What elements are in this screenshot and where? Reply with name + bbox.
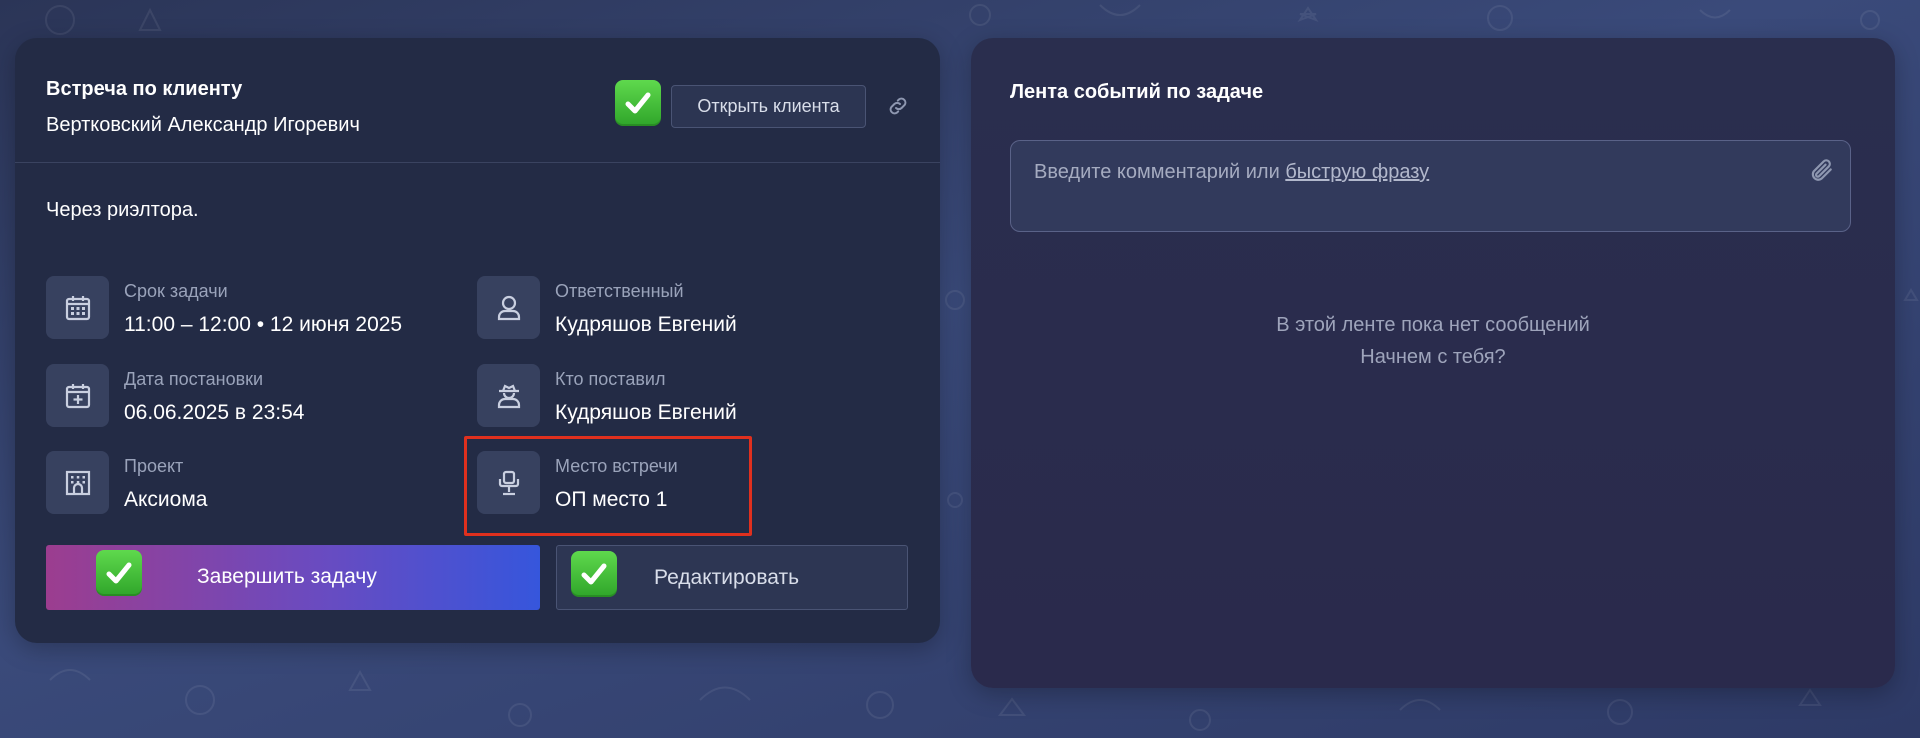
calendar-plus-icon <box>46 364 109 427</box>
deadline-label: Срок задачи <box>124 281 228 301</box>
project-field: Проект Аксиома <box>46 451 446 515</box>
task-card: Встреча по клиенту Вертковский Александр… <box>15 38 940 643</box>
check-mark-icon <box>571 551 617 597</box>
responsible-value: Кудряшов Евгений <box>555 313 737 336</box>
paperclip-icon[interactable] <box>1806 155 1836 185</box>
task-header: Встреча по клиенту Вертковский Александр… <box>15 38 940 163</box>
building-icon <box>46 451 109 514</box>
feed-title: Лента событий по задаче <box>1010 81 1264 103</box>
quick-phrase-link[interactable]: быструю фразу <box>1285 161 1429 183</box>
check-mark-icon <box>615 80 661 126</box>
events-feed-card: Лента событий по задаче Введите коммента… <box>971 38 1895 688</box>
project-value: Аксиома <box>124 488 208 511</box>
task-title: Встреча по клиенту <box>46 78 243 100</box>
empty-feed-message: В этой ленте пока нет сообщений <box>1276 314 1590 336</box>
meeting-place-highlight <box>464 436 752 536</box>
empty-feed-prompt: Начнем с тебя? <box>1360 346 1506 368</box>
open-client-button[interactable]: Открыть клиента <box>671 85 866 128</box>
creator-value: Кудряшов Евгений <box>555 401 737 424</box>
responsible-label: Ответственный <box>555 281 684 301</box>
complete-task-label: Завершить задачу <box>197 565 377 588</box>
calendar-icon <box>46 276 109 339</box>
comment-placeholder-text: Введите комментарий или <box>1034 161 1286 183</box>
project-label: Проект <box>124 456 184 476</box>
comment-placeholder: Введите комментарий или быструю фразу <box>1034 161 1429 184</box>
user-icon <box>477 276 540 339</box>
agent-icon <box>477 364 540 427</box>
comment-input[interactable]: Введите комментарий или быструю фразу <box>1010 140 1851 232</box>
deadline-value: 11:00 – 12:00 • 12 июня 2025 <box>124 313 403 336</box>
created-date-field: Дата постановки 06.06.2025 в 23:54 <box>46 364 446 428</box>
client-name: Вертковский Александр Игоревич <box>46 114 360 136</box>
edit-button[interactable]: Редактировать <box>556 545 908 610</box>
complete-task-button[interactable]: Завершить задачу <box>46 545 540 610</box>
check-mark-icon <box>96 550 142 596</box>
task-note: Через риэлтора. <box>46 199 199 221</box>
link-icon[interactable] <box>883 91 913 121</box>
edit-label: Редактировать <box>654 566 800 589</box>
created-date-value: 06.06.2025 в 23:54 <box>124 401 305 424</box>
deadline-field: Срок задачи 11:00 – 12:00 • 12 июня 2025 <box>46 276 446 340</box>
creator-field: Кто поставил Кудряшов Евгений <box>477 364 877 428</box>
responsible-field: Ответственный Кудряшов Евгений <box>477 276 877 340</box>
creator-label: Кто поставил <box>555 369 666 389</box>
created-date-label: Дата постановки <box>124 369 264 389</box>
